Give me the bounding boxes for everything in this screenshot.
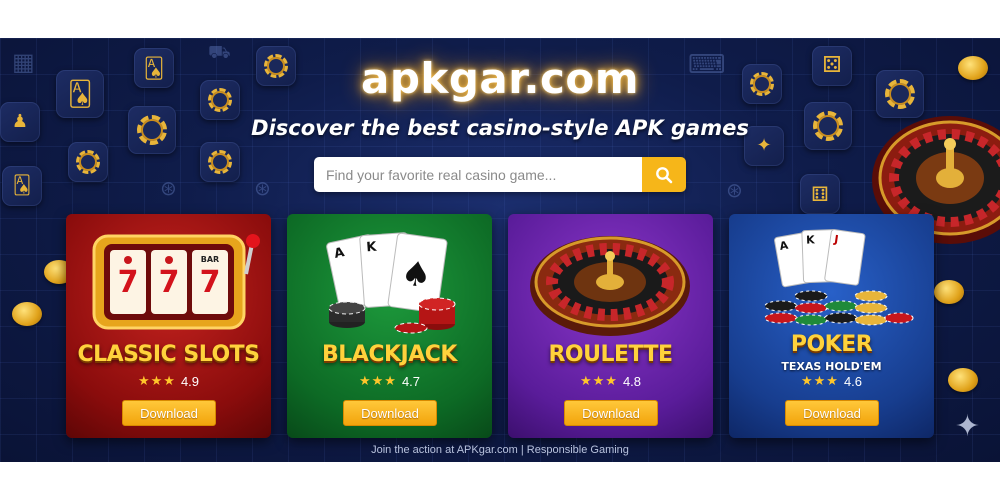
search-bar: [314, 157, 686, 192]
svg-text:♠: ♠: [398, 253, 434, 297]
playing-cards-icon: A K ♠: [326, 232, 456, 334]
download-button[interactable]: Download: [122, 400, 216, 426]
hero-banner: ▦ 🂡 🂡 ⛟ ♟ 🂡 ⊛ ⊛ ⌨ ⚄ ✦ ⊛ ⚅ apkgar.com Dis…: [0, 38, 1000, 462]
dice-tile: ⚅: [800, 174, 840, 214]
dice-icon: ⚅: [811, 182, 829, 206]
card-subtitle: TEXAS HOLD'EM: [781, 360, 882, 373]
star-rating-icon: ★★★: [579, 374, 618, 389]
gold-coin: [948, 368, 978, 392]
roulette-wheel-icon: [530, 236, 690, 336]
card-title: BLACKJACK: [322, 342, 457, 367]
rating-value: 4.7: [401, 374, 421, 389]
download-button[interactable]: Download: [564, 400, 658, 426]
rating-value: 4.8: [622, 374, 642, 389]
download-button[interactable]: Download: [785, 400, 879, 426]
chip-tile: [68, 142, 108, 182]
chip-icon: [76, 150, 100, 174]
slot-reel-2: 7: [159, 265, 180, 300]
sparkle-icon: ✦: [954, 409, 980, 444]
chip-tile: [200, 142, 240, 182]
card-title: POKER: [790, 332, 873, 357]
gold-coin: [12, 302, 42, 326]
gold-coin: [934, 280, 964, 304]
card-rating: ★★★ 4.7: [287, 374, 492, 389]
rating-value: 4.6: [843, 374, 863, 389]
game-card-poker[interactable]: A K J POKER TEXAS HOLD'EM ★★★ 4.6 Downlo…: [729, 214, 934, 438]
chip-outline-icon: ⊛: [726, 178, 743, 202]
cards-icon: 🂡: [12, 175, 32, 196]
card-title: CLASSIC SLOTS: [77, 342, 260, 367]
poker-card-k: K: [806, 233, 815, 246]
card-rating: ★★★ 4.6: [729, 374, 934, 389]
game-card-blackjack[interactable]: A K ♠ BLACKJACK ★★★ 4.7 Download: [287, 214, 492, 438]
search-icon: [656, 166, 673, 183]
star-rating-icon: ★★★: [137, 374, 176, 389]
slot-machine-icon: 7 7 7 BAR: [92, 234, 260, 330]
rating-value: 4.9: [180, 374, 200, 389]
search-input[interactable]: [314, 157, 642, 192]
slot-reel-1: 7: [118, 265, 139, 300]
tagline: Discover the best casino-style APK games: [251, 116, 749, 140]
card-title: ROULETTE: [548, 342, 673, 367]
poker-chips-icon: A K J: [764, 229, 914, 326]
card-rating: ★★★ 4.8: [508, 374, 713, 389]
download-button[interactable]: Download: [343, 400, 437, 426]
star-rating-icon: ★★★: [800, 374, 839, 389]
chip-outline-icon: ⊛: [160, 176, 177, 200]
footer-text: Join the action at APKgar.com | Responsi…: [371, 444, 629, 456]
chip-outline-icon: ⊛: [254, 176, 271, 200]
game-card-classic-slots[interactable]: 7 7 7 BAR CLASSIC SLOTS ★★★ 4.9 Download: [66, 214, 271, 438]
slot-bar-label: BAR: [201, 255, 219, 264]
star-rating-icon: ★★★: [358, 374, 397, 389]
game-card-roulette[interactable]: ROULETTE ★★★ 4.8 Download: [508, 214, 713, 438]
chip-icon: [208, 150, 232, 174]
site-logo[interactable]: apkgar.com: [0, 54, 1000, 103]
card-hand-tile: 🂡: [2, 166, 42, 206]
slot-reel-3: 7: [200, 265, 221, 300]
search-button[interactable]: [642, 157, 686, 192]
card-rating: ★★★ 4.9: [66, 374, 271, 389]
